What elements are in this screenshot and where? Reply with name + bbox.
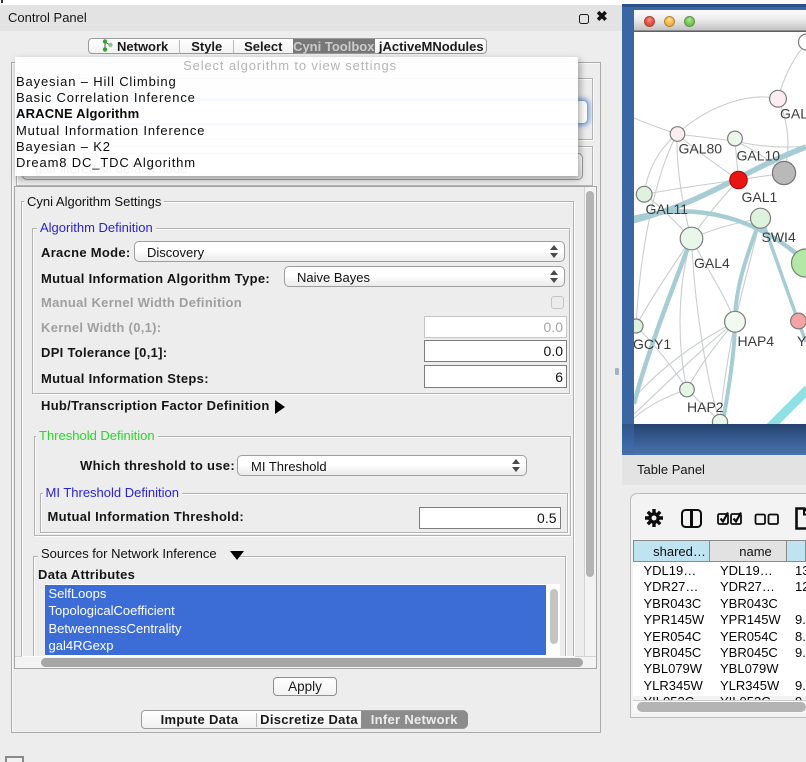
svg-text:GAL2: GAL2 xyxy=(780,106,806,122)
svg-text:SWI4: SWI4 xyxy=(762,229,796,245)
svg-text:GAL4: GAL4 xyxy=(694,255,730,271)
svg-text:HAP4: HAP4 xyxy=(738,333,775,349)
svg-text:GAL80: GAL80 xyxy=(679,141,723,157)
svg-text:GCY1: GCY1 xyxy=(634,336,671,352)
svg-text:GAL1: GAL1 xyxy=(742,189,778,205)
svg-text:GAL11: GAL11 xyxy=(646,201,689,217)
svg-text:HAP2: HAP2 xyxy=(687,399,724,415)
svg-text:GAL10: GAL10 xyxy=(737,148,781,164)
svg-text:YM: YM xyxy=(797,333,806,349)
